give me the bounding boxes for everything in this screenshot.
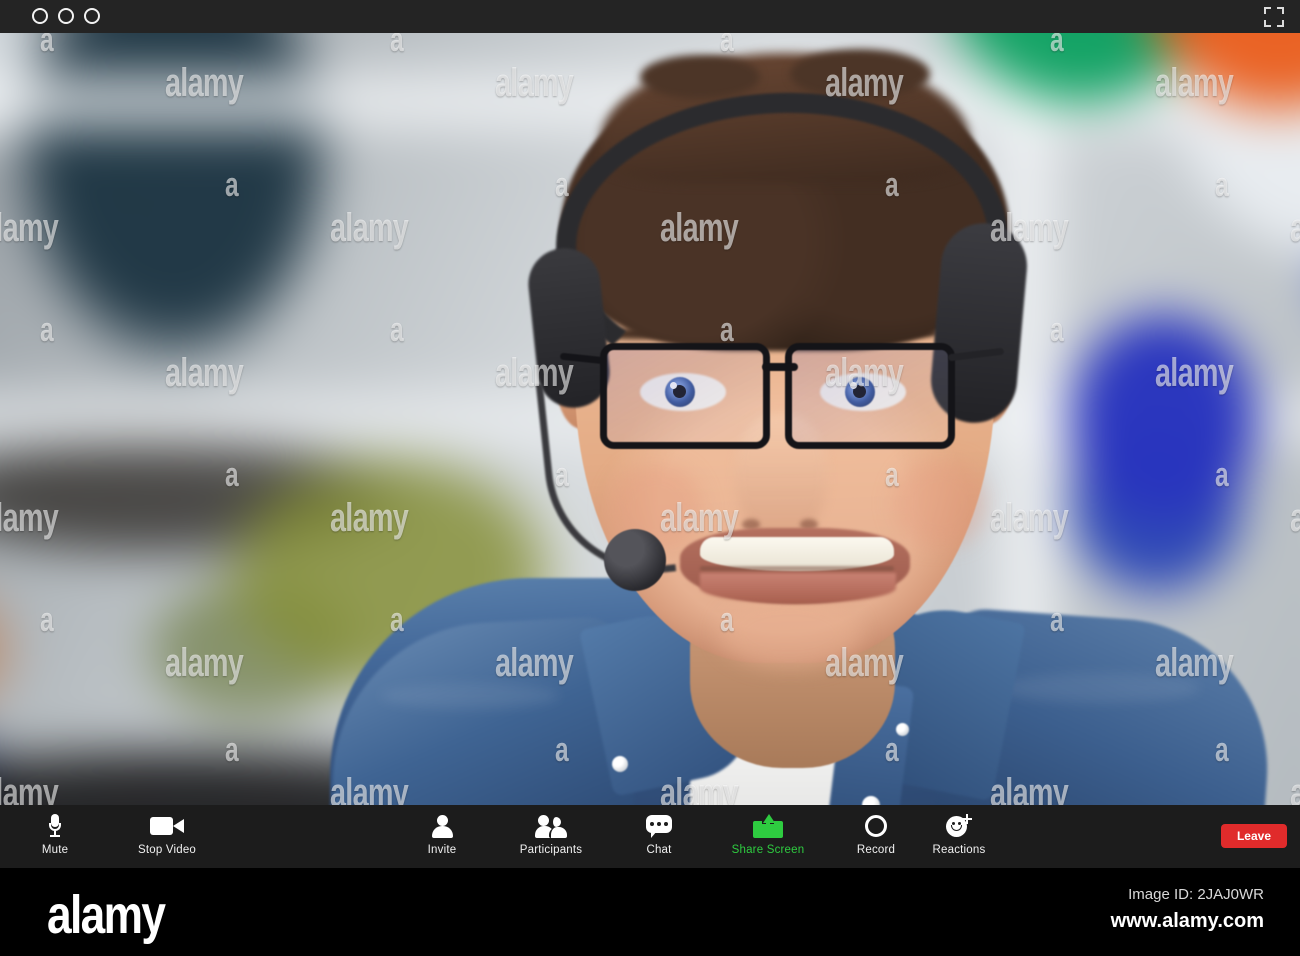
alamy-url-text: www.alamy.com — [1110, 910, 1264, 932]
share-screen-icon — [723, 813, 813, 839]
eyeglasses-lens-right — [785, 343, 955, 449]
record-circle-icon — [831, 813, 921, 839]
toolbar-label-invite: Invite — [427, 844, 457, 856]
headset-microphone-foam — [604, 529, 666, 591]
people-icon — [506, 813, 596, 839]
image-id-text: Image ID: 2JAJ0WR — [1128, 886, 1264, 903]
hair-strand — [790, 49, 930, 99]
lower-lip — [700, 573, 896, 603]
person-icon — [397, 813, 487, 839]
denim-fold — [1000, 673, 1200, 703]
leave-meeting-button[interactable]: Leave — [1220, 824, 1287, 848]
eyeglasses-lens-left — [600, 343, 770, 449]
window-close-icon[interactable] — [32, 8, 48, 24]
toolbar-label-chat: Chat — [646, 844, 672, 856]
cheek-right — [880, 458, 1000, 548]
teeth-gap-line — [700, 566, 894, 571]
toolbar-button-stop-video[interactable]: Stop Video — [122, 813, 212, 863]
window-title-bar — [0, 0, 1300, 33]
toolbar-label-record: Record — [856, 844, 896, 856]
shirt-button — [612, 756, 628, 772]
toolbar-label-share-screen: Share Screen — [731, 844, 805, 856]
participant-video-subject — [0, 33, 1300, 805]
shirt-button — [896, 723, 909, 736]
hair-strand — [640, 55, 760, 99]
window-minimize-icon[interactable] — [58, 8, 74, 24]
toolbar-button-mute[interactable]: Mute — [10, 813, 100, 863]
toolbar-button-chat[interactable]: Chat — [614, 813, 704, 863]
window-maximize-icon[interactable] — [84, 8, 100, 24]
toolbar-button-invite[interactable]: Invite — [397, 813, 487, 863]
eyeglasses-bridge — [762, 363, 798, 371]
video-camera-icon — [122, 813, 212, 839]
denim-fold — [380, 683, 560, 709]
video-call-window: aalamyaalamyaalamyaalamyaalamyaalamyaala… — [0, 0, 1300, 868]
chat-bubble-icon — [614, 813, 704, 839]
toolbar-label-participants: Participants — [519, 844, 583, 856]
toolbar-button-reactions[interactable]: Reactions — [914, 813, 1004, 863]
toolbar-label-reactions: Reactions — [932, 844, 986, 856]
smiley-plus-icon — [914, 813, 1004, 839]
chin — [715, 593, 865, 673]
toolbar-label-stop-video: Stop Video — [137, 844, 197, 856]
toolbar-button-share-screen[interactable]: Share Screen — [723, 813, 813, 863]
meeting-toolbar: Mute Stop Video Invite Participants Chat — [0, 805, 1300, 868]
fullscreen-expand-icon[interactable] — [1264, 7, 1284, 27]
toolbar-button-record[interactable]: Record — [831, 813, 921, 863]
microphone-icon — [10, 813, 100, 839]
video-feed[interactable]: aalamyaalamyaalamyaalamyaalamyaalamyaala… — [0, 33, 1300, 805]
toolbar-label-mute: Mute — [41, 844, 69, 856]
stock-photo-footer: alamy Image ID: 2JAJ0WR www.alamy.com — [0, 868, 1300, 956]
toolbar-button-participants[interactable]: Participants — [506, 813, 596, 863]
alamy-logo: alamy — [47, 885, 166, 945]
